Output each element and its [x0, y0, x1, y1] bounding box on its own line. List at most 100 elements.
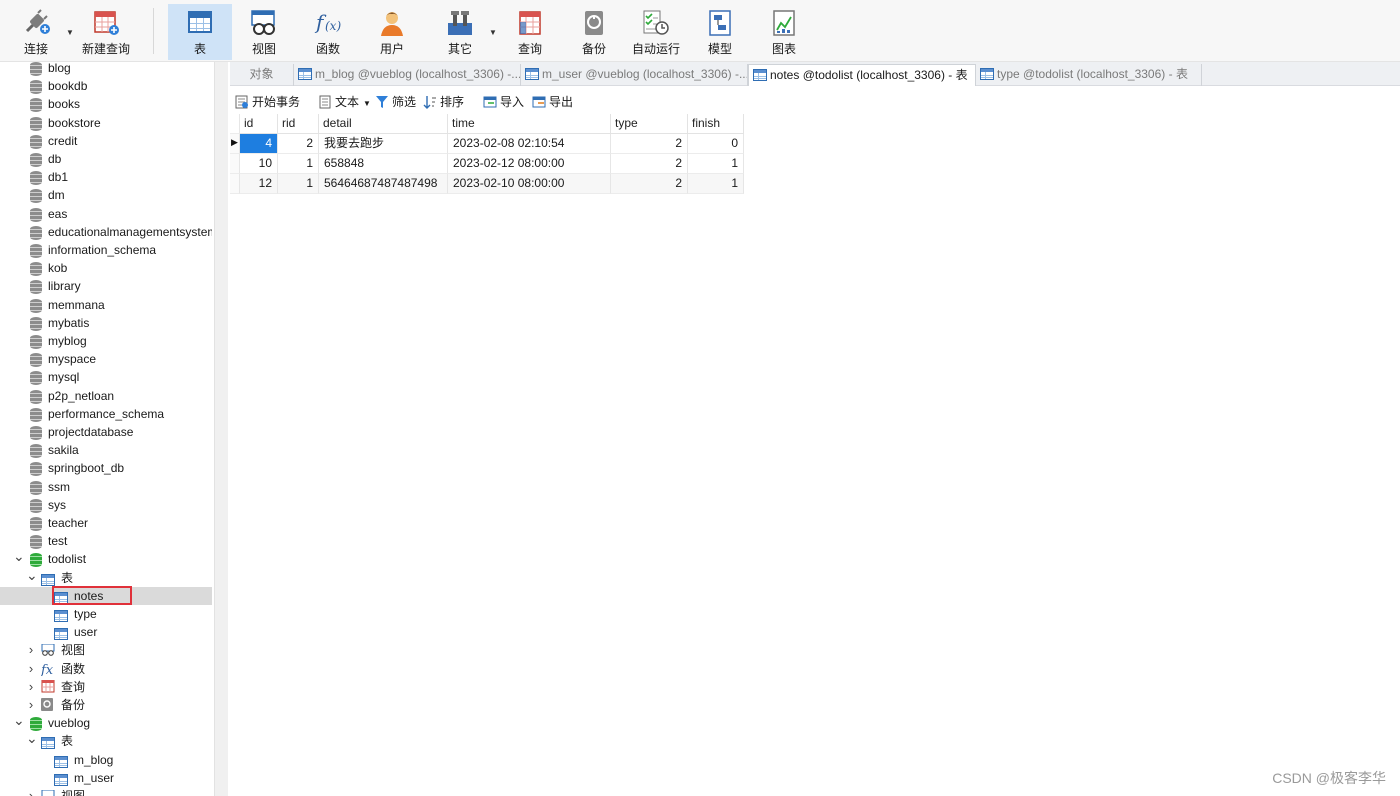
tree-db-p2p_netloan[interactable]: p2p_netloan — [0, 387, 212, 405]
chevron-right-icon[interactable]: › — [26, 787, 36, 796]
backup-button[interactable]: 备份 — [566, 4, 622, 60]
tree-db-library[interactable]: library — [0, 277, 212, 295]
chevron-down-icon[interactable]: ⌄ — [13, 549, 25, 563]
row-indicator[interactable]: ▶ — [230, 134, 240, 154]
column-header-detail[interactable]: detail — [319, 114, 448, 134]
grid-cell-detail[interactable]: 56464687487487498 — [319, 174, 448, 194]
grid-cell-rid[interactable]: 1 — [278, 154, 319, 174]
tree-db-mysql[interactable]: mysql — [0, 368, 212, 386]
tree-db-teacher[interactable]: teacher — [0, 514, 212, 532]
query-button[interactable]: 查询 — [502, 4, 558, 60]
column-header-id[interactable]: id — [240, 114, 278, 134]
tab-type[interactable]: type @todolist (localhost_3306) - 表 — [976, 64, 1202, 86]
chevron-right-icon[interactable]: › — [26, 678, 36, 696]
chevron-right-icon[interactable]: › — [26, 660, 36, 678]
tree-db-performance_schema[interactable]: performance_schema — [0, 405, 212, 423]
import-button[interactable]: 导入 — [483, 93, 524, 111]
grid-cell-detail[interactable]: 658848 — [319, 154, 448, 174]
tree-views-folder[interactable]: › 视图 — [0, 787, 212, 796]
chevron-down-icon[interactable]: ⌄ — [26, 731, 38, 745]
tree-table-type[interactable]: type — [0, 605, 212, 623]
grid-cell-time[interactable]: 2023-02-08 02:10:54 — [448, 134, 611, 154]
tree-db-dm[interactable]: dm — [0, 186, 212, 204]
tree-db-sakila[interactable]: sakila — [0, 441, 212, 459]
tree-db-bookstore[interactable]: bookstore — [0, 114, 212, 132]
chart-button[interactable]: 图表 — [756, 4, 812, 60]
tree-db-sys[interactable]: sys — [0, 496, 212, 514]
tree-db-blog[interactable]: blog — [0, 62, 212, 77]
grid-cell-type[interactable]: 2 — [611, 134, 688, 154]
tree-db-eas[interactable]: eas — [0, 205, 212, 223]
user-button[interactable]: 用户 — [364, 4, 420, 60]
tree-db-educationalmanagementsystem[interactable]: educationalmanagementsystem — [0, 223, 212, 241]
column-header-type[interactable]: type — [611, 114, 688, 134]
tree-table-user[interactable]: user — [0, 623, 212, 641]
tree-db-memmana[interactable]: memmana — [0, 296, 212, 314]
tree-db-db1[interactable]: db1 — [0, 168, 212, 186]
tree-db-myspace[interactable]: myspace — [0, 350, 212, 368]
other-dropdown-caret[interactable]: ▼ — [489, 28, 497, 37]
sort-button[interactable]: 排序 — [423, 93, 464, 111]
connect-dropdown-caret[interactable]: ▼ — [66, 28, 74, 37]
grid-cell-id[interactable]: 4 — [240, 134, 278, 154]
tab-notes[interactable]: notes @todolist (localhost_3306) - 表 — [748, 64, 976, 86]
tab-m-blog[interactable]: m_blog @vueblog (localhost_3306) -... — [294, 64, 521, 86]
tree-db-db[interactable]: db — [0, 150, 212, 168]
tree-table-m_blog[interactable]: m_blog — [0, 751, 212, 769]
tree-db-kob[interactable]: kob — [0, 259, 212, 277]
grid-cell-id[interactable]: 10 — [240, 154, 278, 174]
row-indicator[interactable] — [230, 154, 240, 174]
grid-cell-rid[interactable]: 2 — [278, 134, 319, 154]
tree-db-credit[interactable]: credit — [0, 132, 212, 150]
chevron-right-icon[interactable]: › — [26, 696, 36, 714]
tree-functions-folder[interactable]: › fx 函数 — [0, 660, 212, 678]
connect-button[interactable]: 连接 — [10, 4, 62, 60]
tree-db-books[interactable]: books — [0, 95, 212, 113]
column-header-rid[interactable]: rid — [278, 114, 319, 134]
model-button[interactable]: 模型 — [692, 4, 748, 60]
tree-queries-folder[interactable]: › 查询 — [0, 678, 212, 696]
tree-db-information_schema[interactable]: information_schema — [0, 241, 212, 259]
tree-db-test[interactable]: test — [0, 532, 212, 550]
grid-cell-id[interactable]: 12 — [240, 174, 278, 194]
other-button[interactable]: 其它 — [432, 4, 488, 60]
view-button[interactable]: 视图 — [236, 4, 292, 60]
tree-db-springboot_db[interactable]: springboot_db — [0, 459, 212, 477]
grid-cell-finish[interactable]: 1 — [688, 174, 744, 194]
chevron-down-icon[interactable]: ⌄ — [13, 713, 25, 727]
tree-db-ssm[interactable]: ssm — [0, 478, 212, 496]
tree-views-folder[interactable]: › 视图 — [0, 641, 212, 659]
table-button[interactable]: 表 — [168, 4, 232, 60]
tree-db-todolist[interactable]: ⌄ todolist — [0, 549, 212, 568]
tree-db-myblog[interactable]: myblog — [0, 332, 212, 350]
tree-scrollbar[interactable] — [214, 62, 228, 796]
chevron-right-icon[interactable]: › — [26, 641, 36, 659]
grid-cell-type[interactable]: 2 — [611, 154, 688, 174]
text-view-button[interactable]: 文本 ▼ — [318, 93, 371, 111]
function-button[interactable]: f (x) 函数 — [300, 4, 356, 60]
grid-cell-type[interactable]: 2 — [611, 174, 688, 194]
grid-cell-time[interactable]: 2023-02-12 08:00:00 — [448, 154, 611, 174]
row-indicator[interactable] — [230, 174, 240, 194]
tree-tables-folder[interactable]: ⌄ 表 — [0, 731, 212, 750]
chevron-down-icon[interactable]: ⌄ — [26, 568, 38, 582]
begin-transaction-button[interactable]: 开始事务 — [235, 93, 300, 111]
tab-objects[interactable]: 对象 — [230, 64, 294, 86]
filter-button[interactable]: 筛选 — [375, 93, 416, 111]
column-header-finish[interactable]: finish — [688, 114, 744, 134]
tree-db-projectdatabase[interactable]: projectdatabase — [0, 423, 212, 441]
new-query-button[interactable]: 新建查询 — [78, 4, 134, 60]
grid-cell-time[interactable]: 2023-02-10 08:00:00 — [448, 174, 611, 194]
grid-cell-rid[interactable]: 1 — [278, 174, 319, 194]
grid-cell-finish[interactable]: 1 — [688, 154, 744, 174]
grid-cell-detail[interactable]: 我要去跑步 — [319, 134, 448, 154]
tree-db-mybatis[interactable]: mybatis — [0, 314, 212, 332]
schedule-button[interactable]: 自动运行 — [628, 4, 684, 60]
tree-tables-folder[interactable]: ⌄ 表 — [0, 568, 212, 587]
tree-table-m_user[interactable]: m_user — [0, 769, 212, 787]
export-button[interactable]: 导出 — [532, 93, 573, 111]
column-header-time[interactable]: time — [448, 114, 611, 134]
tab-m-user[interactable]: m_user @vueblog (localhost_3306) -... — [521, 64, 748, 86]
grid-cell-finish[interactable]: 0 — [688, 134, 744, 154]
tree-db-bookdb[interactable]: bookdb — [0, 77, 212, 95]
